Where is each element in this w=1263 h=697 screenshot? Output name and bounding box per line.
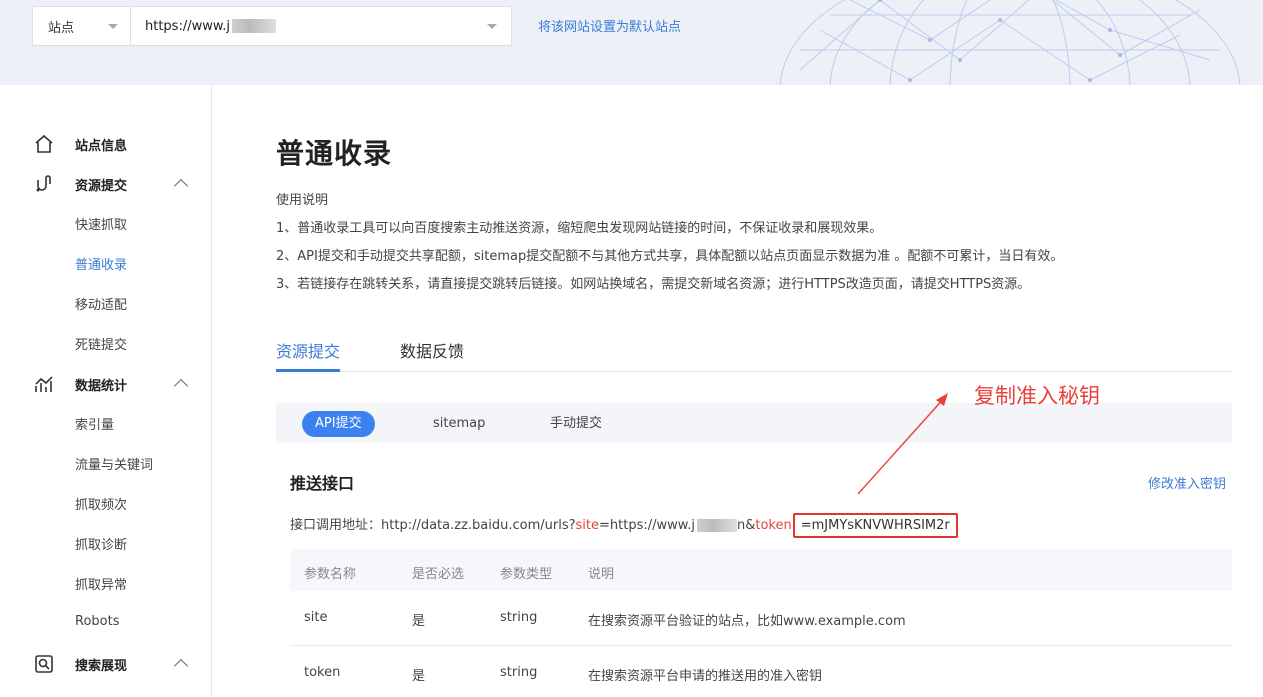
param-name-cell: site — [304, 610, 328, 625]
site-url-value: https://www.j — [145, 19, 277, 34]
subtab-manual-submit[interactable]: 手动提交 — [550, 411, 602, 437]
sidebar-item-fast-crawl[interactable]: 快速抓取 — [75, 214, 127, 233]
sidebar-item-index-volume[interactable]: 索引量 — [75, 414, 114, 433]
tab-resource-submit[interactable]: 资源提交 — [276, 338, 340, 362]
subtab-sitemap[interactable]: sitemap — [433, 411, 485, 437]
sidebar-group-data-stats[interactable]: 数据统计 — [0, 371, 212, 397]
site-type-label: 站点 — [48, 20, 75, 36]
column-header: 参数名称 — [304, 567, 357, 582]
sidebar-group-label: 搜索展现 — [75, 658, 128, 674]
page-title: 普通收录 — [276, 137, 393, 170]
site-selector[interactable]: 站点 https://www.j — [32, 6, 512, 46]
usage-line-3: 3、若链接存在跳转关系，请直接提交跳转后链接。如网站换域名，需提交新域名资源；进… — [276, 277, 1031, 292]
redacted-blur — [232, 19, 277, 33]
sidebar-item-crawl-frequency[interactable]: 抓取频次 — [75, 494, 127, 513]
sidebar-item-traffic-keywords[interactable]: 流量与关键词 — [75, 454, 153, 473]
site-type-dropdown[interactable]: 站点 — [33, 7, 131, 45]
column-header: 参数类型 — [500, 567, 553, 582]
sidebar-item-mobile-adapt[interactable]: 移动适配 — [75, 294, 127, 313]
param-type-cell: string — [500, 665, 538, 680]
api-param-site-key: site — [575, 518, 599, 533]
submit-icon — [36, 175, 51, 192]
param-desc-cell: 在搜索资源平台申请的推送用的准入密钥 — [588, 669, 823, 684]
access-token-highlight[interactable]: =mJMYsKNVWHRSIM2r — [792, 513, 958, 538]
tab-data-feedback[interactable]: 数据反馈 — [400, 338, 464, 362]
sidebar-item-dead-link[interactable]: 死链提交 — [75, 334, 127, 353]
sidebar-group-label: 数据统计 — [75, 378, 128, 394]
sidebar-group-label: 站点信息 — [75, 138, 128, 154]
table-header-row: 参数名称 是否必选 参数类型 说明 — [290, 549, 1232, 591]
api-label: 接口调用地址： — [290, 518, 382, 533]
sidebar: 站点信息 资源提交 快速抓取 普通收录 移动适配 死链提交 数据统计 索引量 流… — [0, 85, 212, 697]
table-row: site 是 string 在搜索资源平台验证的站点，比如www.example… — [290, 591, 1232, 646]
subtab-api-submit[interactable]: API提交 — [302, 411, 375, 437]
sidebar-group-site-info[interactable]: 站点信息 — [0, 131, 212, 157]
usage-line-1: 1、普通收录工具可以向百度搜索主动推送资源，缩短爬虫发现网站链接的时间，不保证收… — [276, 221, 883, 236]
annotation-arrow-icon — [857, 393, 948, 495]
api-param-site-tail: n& — [736, 518, 756, 533]
edit-access-key-link[interactable]: 修改准入密钥 — [1148, 473, 1226, 492]
main-tabs: 资源提交 数据反馈 — [276, 326, 1232, 372]
search-display-icon — [35, 655, 53, 673]
chevron-down-icon — [487, 23, 497, 29]
chevron-up-icon[interactable] — [173, 378, 189, 394]
api-endpoint[interactable]: 接口调用地址：http://data.zz.baidu.com/urls?sit… — [290, 513, 958, 538]
api-base-url: http://data.zz.baidu.com/urls? — [381, 518, 576, 533]
sidebar-item-crawl-diagnosis[interactable]: 抓取诊断 — [75, 534, 127, 553]
api-param-site-value: =https://www.j — [599, 518, 695, 533]
sidebar-item-crawl-errors[interactable]: 抓取异常 — [75, 574, 127, 593]
api-param-token-key: token — [755, 518, 792, 533]
chevron-up-icon[interactable] — [173, 178, 189, 194]
chevron-up-icon[interactable] — [173, 658, 189, 674]
home-icon — [35, 134, 53, 153]
active-tab-indicator — [276, 369, 340, 372]
column-header: 说明 — [588, 567, 615, 582]
table-row: token 是 string 在搜索资源平台申请的推送用的准入密钥 — [290, 646, 1232, 697]
param-required-cell: 是 — [412, 669, 426, 684]
chart-icon — [35, 376, 53, 392]
param-name-cell: token — [304, 665, 341, 680]
column-header: 是否必选 — [412, 567, 465, 582]
redacted-blur — [696, 519, 737, 532]
param-required-cell: 是 — [412, 614, 426, 629]
sidebar-group-label: 资源提交 — [75, 178, 128, 194]
globe-decoration-icon — [779, 0, 1241, 85]
param-table: 参数名称 是否必选 参数类型 说明 site 是 string 在搜索资源平台验… — [290, 549, 1232, 697]
section-title-push-api: 推送接口 — [290, 474, 355, 493]
chevron-down-icon — [108, 23, 118, 29]
access-token-value: mJMYsKNVWHRSIM2r — [811, 518, 950, 533]
set-default-site-link[interactable]: 将该网站设置为默认站点 — [538, 16, 681, 35]
annotation-copy-key: 复制准入秘钥 — [974, 384, 1100, 408]
header-band: 站点 https://www.j 将该网站设置为默认站点 — [0, 0, 1263, 85]
site-url-dropdown[interactable]: https://www.j — [131, 7, 511, 45]
sidebar-group-resource-submit[interactable]: 资源提交 — [0, 171, 212, 197]
usage-heading: 使用说明 — [276, 193, 329, 208]
sidebar-item-robots[interactable]: Robots — [75, 614, 119, 629]
param-desc-cell: 在搜索资源平台验证的站点，比如www.example.com — [588, 614, 906, 629]
usage-line-2: 2、API提交和手动提交共享配额，sitemap提交配额不与其他方式共享，具体配… — [276, 249, 1064, 264]
sidebar-group-search-display[interactable]: 搜索展现 — [0, 651, 212, 677]
param-type-cell: string — [500, 610, 538, 625]
sidebar-item-normal-index[interactable]: 普通收录 — [75, 254, 127, 273]
